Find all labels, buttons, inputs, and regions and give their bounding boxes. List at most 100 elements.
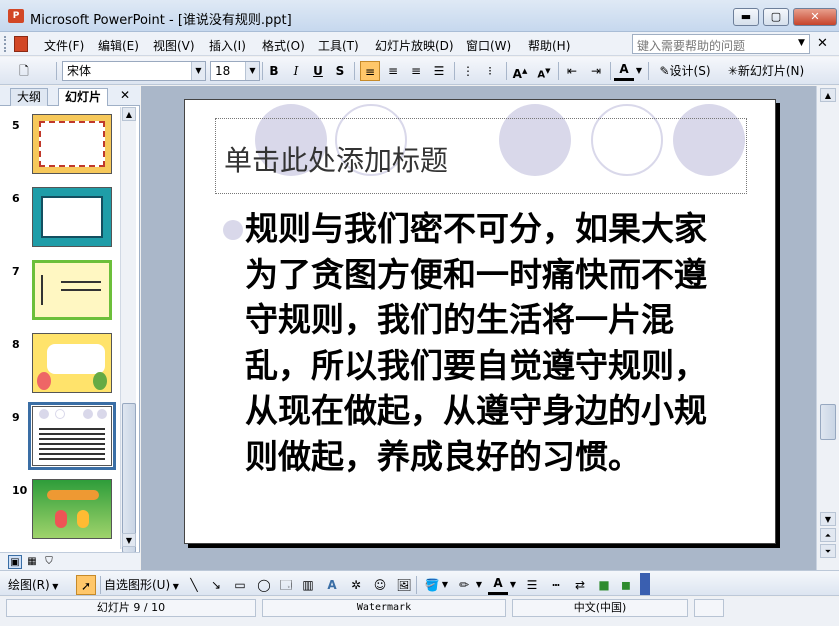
picture-tool-icon[interactable]: 🖼 xyxy=(394,575,414,595)
slide-thumbnail[interactable] xyxy=(32,333,112,393)
fill-color-icon[interactable]: 🪣 xyxy=(422,575,442,595)
3d-style-icon[interactable]: ◼ xyxy=(616,575,636,595)
scrollbar-thumb[interactable] xyxy=(820,404,836,440)
shadow-button[interactable]: S xyxy=(330,61,350,81)
scrollbar-thumb[interactable] xyxy=(122,403,136,553)
select-objects-icon[interactable]: ➚ xyxy=(76,575,96,595)
design-button[interactable]: ✎设计(S) xyxy=(654,61,716,81)
increase-font-icon[interactable]: A▲ xyxy=(510,61,530,81)
toolbar-separator xyxy=(558,62,559,80)
oval-tool-icon[interactable]: ◯ xyxy=(254,575,274,595)
align-right-icon[interactable]: ≡ xyxy=(406,61,426,81)
toolbar-options-icon[interactable] xyxy=(640,573,650,595)
tab-slides[interactable]: 幻灯片 xyxy=(58,88,109,106)
autoshapes-button[interactable]: 自选图形(U) ▼ xyxy=(104,575,182,595)
normal-view-icon[interactable]: ▣ xyxy=(8,555,22,569)
line-style-icon[interactable]: ☰ xyxy=(522,575,542,595)
slide-thumbnail[interactable] xyxy=(32,187,112,247)
menu-insert[interactable]: 插入(I) xyxy=(209,37,246,54)
tab-outline[interactable]: 大纲 xyxy=(10,88,49,106)
menu-tools[interactable]: 工具(T) xyxy=(318,37,359,54)
scroll-up-icon[interactable]: ▲ xyxy=(122,107,136,121)
font-size-select[interactable]: 18 ▼ xyxy=(210,61,260,81)
align-center-icon[interactable]: ≡ xyxy=(383,61,403,81)
scroll-down-icon[interactable]: ▼ xyxy=(122,533,136,547)
font-name-value: 宋体 xyxy=(67,64,92,78)
shadow-style-icon[interactable]: ■ xyxy=(594,575,614,595)
font-color-button[interactable]: A xyxy=(614,61,634,81)
scroll-up-icon[interactable]: ▲ xyxy=(820,88,836,102)
dash-style-icon[interactable]: ┅ xyxy=(546,575,566,595)
maximize-button[interactable]: ▢ xyxy=(763,8,789,26)
powerpoint-app-icon[interactable]: P xyxy=(8,9,24,23)
document-close-button[interactable]: ✕ xyxy=(817,36,828,51)
close-button[interactable]: ✕ xyxy=(793,8,837,26)
template-name-status: Watermark xyxy=(262,599,506,617)
toolbar-grip[interactable] xyxy=(4,36,8,52)
status-bar: 幻灯片 9 / 10 Watermark 中文(中国) xyxy=(0,597,839,626)
new-document-icon[interactable]: 🗋 xyxy=(14,61,34,81)
menu-view[interactable]: 视图(V) xyxy=(153,37,195,54)
menu-edit[interactable]: 编辑(E) xyxy=(98,37,139,54)
draw-menu-label: 绘图(R) xyxy=(8,578,50,592)
line-color-icon[interactable]: ✏ xyxy=(454,575,474,595)
draw-menu-button[interactable]: 绘图(R) ▼ xyxy=(8,575,70,595)
increase-indent-icon[interactable]: ⇥ xyxy=(586,61,606,81)
title-placeholder[interactable]: 单击此处添加标题 xyxy=(215,118,747,194)
toolbar-separator xyxy=(416,576,417,594)
pane-close-button[interactable]: ✕ xyxy=(120,88,130,102)
font-name-select[interactable]: 宋体 ▼ xyxy=(62,61,206,81)
help-search-input[interactable]: 键入需要帮助的问题 xyxy=(632,34,810,54)
underline-button[interactable]: U xyxy=(308,61,328,81)
slide-thumbnail-selected[interactable] xyxy=(28,402,116,470)
line-tool-icon[interactable]: ╲ xyxy=(184,575,204,595)
slideshow-view-icon[interactable]: ⛉ xyxy=(42,555,56,569)
chevron-down-icon[interactable]: ▼ xyxy=(245,62,259,80)
distribute-icon[interactable]: ☰ xyxy=(429,61,449,81)
slide-canvas[interactable]: 单击此处添加标题 规则与我们密不可分，如果大家为了贪图方便和一时痛快而不遵守规则… xyxy=(184,99,776,544)
align-left-icon[interactable]: ≡ xyxy=(360,61,380,81)
decrease-font-icon[interactable]: A▼ xyxy=(534,61,554,81)
drawing-font-color-icon[interactable]: A xyxy=(488,575,508,595)
rectangle-tool-icon[interactable]: ▭ xyxy=(230,575,250,595)
wordart-tool-icon[interactable]: A xyxy=(322,575,342,595)
menu-file[interactable]: 文件(F) xyxy=(44,37,84,54)
arrow-style-icon[interactable]: ⇄ xyxy=(570,575,590,595)
chevron-down-icon[interactable]: ▼ xyxy=(508,575,518,595)
chevron-down-icon[interactable]: ▼ xyxy=(440,575,450,595)
document-icon[interactable] xyxy=(14,36,28,52)
menu-window[interactable]: 窗口(W) xyxy=(466,37,511,54)
chevron-down-icon[interactable]: ▼ xyxy=(191,62,205,80)
pane-tabs: 大纲 幻灯片 ✕ xyxy=(0,86,140,106)
scroll-down-icon[interactable]: ▼ xyxy=(820,512,836,526)
next-slide-icon[interactable]: ⏷ xyxy=(820,544,836,558)
body-text-box[interactable]: 规则与我们密不可分，如果大家为了贪图方便和一时痛快而不遵守规则，我们的生活将一片… xyxy=(223,206,733,479)
chevron-down-icon[interactable]: ▼ xyxy=(474,575,484,595)
slide-thumbnail[interactable] xyxy=(32,114,112,174)
menu-format[interactable]: 格式(O) xyxy=(262,37,305,54)
help-dropdown-arrow-icon[interactable]: ▼ xyxy=(798,38,805,48)
slide-number: 9 xyxy=(12,411,20,424)
slides-pane-scrollbar[interactable]: ▲ ▼ xyxy=(120,107,136,553)
minimize-button[interactable]: ▬ xyxy=(733,8,759,26)
new-slide-button[interactable]: ✳新幻灯片(N) xyxy=(722,61,810,81)
slide-sorter-view-icon[interactable]: ▦ xyxy=(25,555,39,569)
menu-help[interactable]: 帮助(H) xyxy=(528,37,570,54)
slide-thumbnail[interactable] xyxy=(32,479,112,539)
numbering-icon[interactable]: ⋮ xyxy=(458,61,478,81)
diagram-tool-icon[interactable]: ✲ xyxy=(346,575,366,595)
italic-button[interactable]: I xyxy=(286,61,306,81)
menu-slideshow[interactable]: 幻灯片放映(D) xyxy=(375,37,454,54)
slide-scrollbar[interactable]: ▲ ▼ ⏶ ⏷ xyxy=(816,86,839,570)
bold-button[interactable]: B xyxy=(264,61,284,81)
previous-slide-icon[interactable]: ⏶ xyxy=(820,528,836,542)
bullets-icon[interactable]: ⁝ xyxy=(480,61,500,81)
clipart-tool-icon[interactable]: ☺ xyxy=(370,575,390,595)
vertical-textbox-tool-icon[interactable]: ▥ xyxy=(298,575,318,595)
slide-number: 10 xyxy=(12,484,28,497)
chevron-down-icon[interactable]: ▼ xyxy=(634,61,644,81)
arrow-tool-icon[interactable]: ↘ xyxy=(206,575,226,595)
slide-thumbnail[interactable] xyxy=(32,260,112,320)
textbox-tool-icon[interactable]: 🗔 xyxy=(276,575,296,595)
decrease-indent-icon[interactable]: ⇤ xyxy=(562,61,582,81)
